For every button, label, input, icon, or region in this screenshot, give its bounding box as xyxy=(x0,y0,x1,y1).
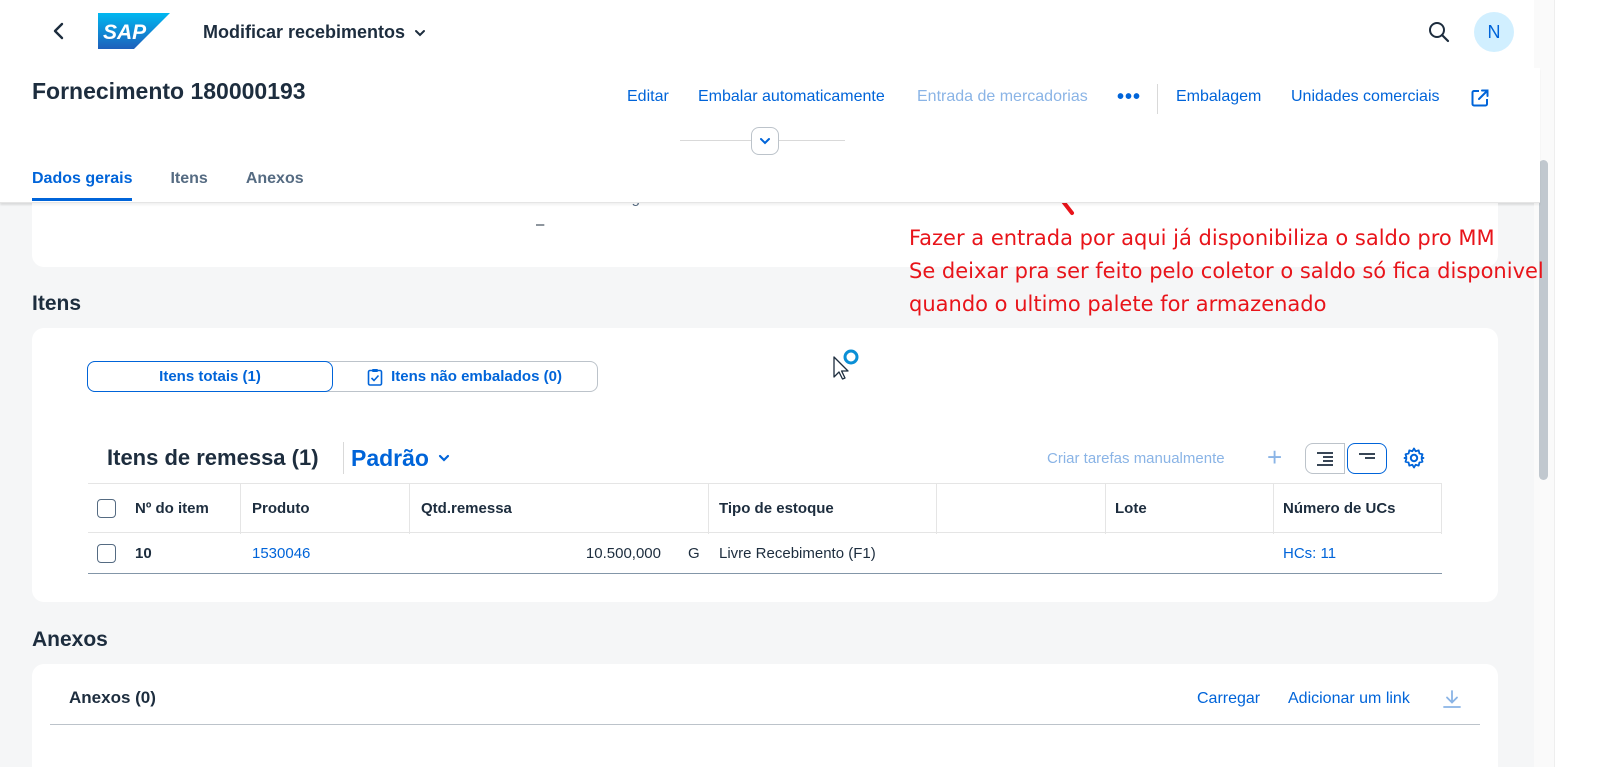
chevron-left-icon[interactable] xyxy=(48,20,70,42)
upload-button[interactable]: Carregar xyxy=(1197,690,1260,708)
tab-attachments[interactable]: Anexos xyxy=(246,170,304,201)
toolbar-separator xyxy=(1157,84,1158,114)
row-checkbox[interactable] xyxy=(97,533,116,573)
clipboard-check-icon xyxy=(367,368,383,386)
segment-all-items[interactable]: Itens totais (1) xyxy=(87,361,333,392)
cell-stock-type: Livre Recebimento (F1) xyxy=(719,544,876,562)
chevron-down-icon xyxy=(760,138,770,145)
column-divider xyxy=(708,484,709,534)
checkbox-box xyxy=(97,543,116,563)
packaging-button[interactable]: Embalagem xyxy=(1176,88,1261,106)
cell-item-no: 10 xyxy=(135,544,152,562)
segment-all-items-label: Itens totais (1) xyxy=(159,368,261,385)
col-hu-count[interactable]: Número de UCs xyxy=(1283,484,1396,532)
segment-unpacked-items[interactable]: Itens não embalados (0) xyxy=(332,362,597,391)
col-product[interactable]: Produto xyxy=(252,484,310,532)
chevron-down-icon xyxy=(415,29,426,36)
collapse-header-button[interactable] xyxy=(751,127,779,155)
annotation-line: quando o ultimo palete for armazenado xyxy=(909,292,1327,316)
collapse-rows-toggle[interactable] xyxy=(1305,443,1345,474)
items-section-title: Itens xyxy=(32,292,82,315)
col-stock-type[interactable]: Tipo de estoque xyxy=(719,484,834,532)
tab-bar: Dados gerais Itens Anexos xyxy=(32,170,304,201)
column-divider xyxy=(1105,484,1106,534)
column-divider xyxy=(409,484,410,534)
variant-selector[interactable]: Padrão xyxy=(343,442,451,474)
col-item-no[interactable]: Nº do item xyxy=(135,484,209,532)
items-filter-segmented: Itens totais (1) Itens não embalados (0) xyxy=(87,361,598,392)
cell-unit: G xyxy=(688,544,700,562)
add-icon[interactable]: + xyxy=(1267,444,1282,470)
table-title: Itens de remessa (1) xyxy=(107,445,319,470)
tab-general[interactable]: Dados gerais xyxy=(32,170,133,201)
col-batch[interactable]: Lote xyxy=(1115,484,1147,532)
create-tasks-button[interactable]: Criar tarefas manualmente xyxy=(1047,450,1225,467)
cell-delivery-qty: 10.500,000 xyxy=(585,544,661,562)
attachments-divider xyxy=(50,724,1480,725)
annotation-note: Fazer a entrada por aqui já disponibiliz… xyxy=(909,222,1544,321)
column-divider xyxy=(1441,484,1442,534)
commercial-units-button[interactable]: Unidades comerciais xyxy=(1291,88,1440,106)
attachments-card-title: Anexos (0) xyxy=(69,688,156,707)
annotation-line: Se deixar pra ser feito pelo coletor o s… xyxy=(909,259,1544,283)
cell-product-link[interactable]: 1530046 xyxy=(252,533,310,573)
column-divider xyxy=(1273,484,1274,534)
share-icon[interactable] xyxy=(1470,88,1490,108)
avatar-initial: N xyxy=(1487,21,1501,42)
table-header-row: Nº do item Produto Qtd.remessa Tipo de e… xyxy=(88,483,1442,534)
table-row[interactable]: 10 1530046 10.500,000 G Livre Recebiment… xyxy=(88,533,1442,574)
mouse-cursor-busy-icon xyxy=(832,347,862,383)
delivery-notice-value: – xyxy=(536,216,545,233)
checkbox-box xyxy=(97,498,116,518)
col-delivery-qty[interactable]: Qtd.remessa xyxy=(421,484,512,532)
column-divider xyxy=(240,484,241,534)
more-actions-button[interactable]: ••• xyxy=(1117,86,1141,109)
search-icon[interactable] xyxy=(1427,20,1451,44)
object-header-cover: Fornecimento 180000193 Editar Embalar au… xyxy=(0,68,1540,203)
add-link-button[interactable]: Adicionar um link xyxy=(1288,690,1410,708)
chevron-down-icon xyxy=(438,454,450,462)
logo-text: SAP xyxy=(103,21,147,44)
list-outdent-icon xyxy=(1359,452,1375,459)
right-edge-panel xyxy=(1554,0,1614,767)
select-all-checkbox[interactable] xyxy=(97,484,116,532)
edit-button[interactable]: Editar xyxy=(627,88,669,106)
variant-label: Padrão xyxy=(351,444,429,471)
expand-rows-toggle[interactable] xyxy=(1347,443,1387,474)
download-icon[interactable] xyxy=(1441,688,1463,710)
list-indent-icon xyxy=(1317,451,1333,466)
cell-hu-count-link[interactable]: HCs: 11 xyxy=(1283,533,1336,573)
goods-receipt-button[interactable]: Entrada de mercadorias xyxy=(917,88,1088,106)
header-toolbar: Editar Embalar automaticamente Entrada d… xyxy=(0,84,1540,114)
segment-unpacked-items-label: Itens não embalados (0) xyxy=(391,368,562,385)
app-title-menu[interactable]: Modificar recebimentos xyxy=(203,22,427,43)
auto-pack-button[interactable]: Embalar automaticamente xyxy=(698,88,885,106)
app-title: Modificar recebimentos xyxy=(203,22,406,42)
attachments-card xyxy=(32,664,1498,767)
column-divider xyxy=(936,484,937,534)
items-table: Nº do item Produto Qtd.remessa Tipo de e… xyxy=(88,483,1442,574)
settings-gear-icon[interactable] xyxy=(1402,446,1426,470)
avatar[interactable]: N xyxy=(1474,12,1514,52)
annotation-line: Fazer a entrada por aqui já disponibiliz… xyxy=(909,226,1495,250)
attachments-section-title: Anexos xyxy=(32,628,108,651)
sap-logo[interactable]: SAP xyxy=(98,13,170,49)
shell-bar: SAP Modificar recebimentos N xyxy=(0,0,1540,68)
tab-items[interactable]: Itens xyxy=(170,170,207,201)
